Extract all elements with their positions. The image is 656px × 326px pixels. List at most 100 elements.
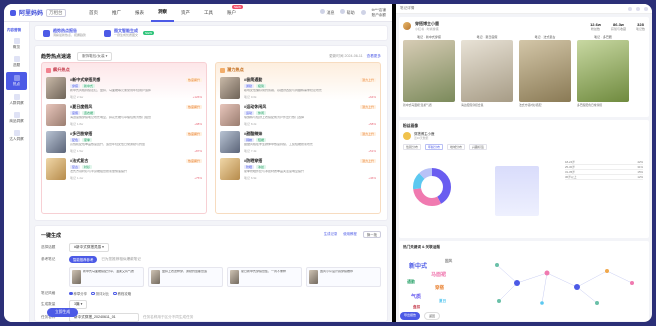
reference-card[interactable]: 盘扣上衣这样穿，通勤约会都合适 xyxy=(148,267,223,287)
trend-thumbnail xyxy=(220,158,240,180)
user-info[interactable]: tb***店铺 账户余额 xyxy=(372,8,386,17)
chip: 新中式 xyxy=(82,84,96,88)
trend-name: #防晒穿搭 xyxy=(244,158,263,163)
reference-card[interactable]: 国风小众设计感穿搭推荐 xyxy=(306,267,381,287)
style-radio-0[interactable]: 种草分享 xyxy=(69,291,87,296)
nav-item-2[interactable]: 报表 xyxy=(128,4,151,22)
trend-growth: +46% xyxy=(368,176,376,180)
view-more-link[interactable]: 查看更多 xyxy=(367,54,381,58)
age-donut-chart xyxy=(411,166,453,208)
top-right-tools: 消息 帮助 tb***店铺 账户余额 xyxy=(320,8,392,17)
trend-item[interactable]: #防晒穿搭 潜力上升 防晒 冰丝 夏季防晒外套与冰丝材质单品关注度明显提升 笔记 6.9k… xyxy=(220,158,376,180)
account-section: 穿搭博主小鹿 小红书 · 时尚穿搭 12.6w 粉丝数 86.3w 获赞与收藏 328 笔… xyxy=(399,17,649,117)
trend-tag: 热度飙升 xyxy=(185,78,202,82)
back-button[interactable]: 返回 xyxy=(424,312,441,320)
help-button[interactable]: 帮助 xyxy=(340,9,355,16)
note-caption: 法式方领衬衫搭配 xyxy=(519,103,542,107)
promo-text: 趋势热点报告 洞察最新热点，把握趋势 xyxy=(53,28,87,37)
style-radio-2[interactable]: 教程攻略 xyxy=(113,291,131,296)
task-name-input[interactable]: 新中式穿搭_20240611_01 xyxy=(69,313,139,322)
cloud-word: 马面裙 xyxy=(431,272,447,278)
network-node xyxy=(540,301,544,305)
promo-item-0[interactable]: 趋势热点报告 洞察最新热点，把握趋势 xyxy=(43,28,86,38)
nav-item-3[interactable]: 洞察 xyxy=(151,4,174,22)
reference-card[interactable]: 夏日新中式穿搭合集，一周不重样 xyxy=(227,267,302,287)
legend-row: 36岁以上 12% xyxy=(565,175,643,180)
audience-tab-2[interactable]: 地域分布 xyxy=(447,144,466,150)
nav-item-6[interactable]: 账户 NEW xyxy=(220,4,243,22)
hot-columns: 飙升热点 #新中式穿搭灵感 热度飙升 穿搭 新中式 新中式风格持续走红，盘扣、马面裙等元素… xyxy=(41,62,381,214)
report-icon xyxy=(104,29,112,37)
smart-ref-button[interactable]: 智能推荐参考 xyxy=(69,256,98,263)
trend-item[interactable]: #甜酷辣妹 潜力上升 辣妹 短裙 甜酷风格在学生群体中热度持续，工装短裙搜索增长 笔记 7… xyxy=(220,131,376,153)
trend-item[interactable]: #运动休闲风 潜力上升 运动 休闲 瑜伽裤与短款上衣搭配成为户外出行热门选择 笔记 8.2… xyxy=(220,104,376,126)
nav-item-5[interactable]: 工具 xyxy=(197,4,220,22)
app-logo[interactable]: 阿里妈妈 万相台 xyxy=(10,8,82,17)
sidebar-item-0[interactable]: 概览 xyxy=(4,35,29,53)
sidebar-item-1[interactable]: 选题 xyxy=(4,53,29,71)
generate-button[interactable]: 立即生成 xyxy=(47,308,79,317)
trend-item[interactable]: #多巴胺穿搭 热度飙升 配色 夏季 高饱和配色单品热度回升，适合年轻女性日常通勤与约会笔… xyxy=(46,131,202,153)
avatar[interactable] xyxy=(360,10,366,15)
sidebar-item-4[interactable]: 商品洞察 xyxy=(4,109,29,127)
trend-foot: 笔记 8.2k +58% xyxy=(244,122,376,126)
note-label: 笔记 · 多巴胺 xyxy=(594,35,612,39)
network-node xyxy=(630,281,634,285)
audience-tab-1[interactable]: 年龄分布 xyxy=(425,144,444,150)
reference-card[interactable]: 新中式马面裙搭配分享，温柔又有气质 xyxy=(69,267,144,287)
trend-item[interactable]: #极简通勤 潜力上升 通勤 极简 职场女性偏好简约剪裁，基础款西装与阔腿裤需求稳定增长笔… xyxy=(220,77,376,99)
trend-item[interactable]: #夏日度假风 热度飙升 度假 连衣裙 海边度假穿搭笔记增长明显，碎花长裙与草编包成为热门… xyxy=(46,104,202,126)
nav-item-4[interactable]: 资产 xyxy=(174,4,197,22)
sidebar-item-label: 达人洞察 xyxy=(9,137,24,141)
more-icon[interactable] xyxy=(636,6,640,11)
note-card[interactable]: 笔记 · 夏日度假 海边度假穿搭合集 xyxy=(461,35,513,107)
note-card[interactable]: 笔记 · 多巴胺 多巴胺配色日常穿搭 xyxy=(577,35,629,107)
trend-chips: 通勤 极简 xyxy=(244,84,376,88)
main-nav: 首页 推广 报表 洞察 资产 工具 账户 NEW xyxy=(82,4,243,22)
chip: 度假 xyxy=(70,111,81,115)
category-select[interactable]: 服饰鞋包/女装 ▾ xyxy=(77,52,113,61)
refresh-button[interactable]: 换一批 xyxy=(362,231,381,238)
note-label: 笔记 · 新中式穿搭 xyxy=(417,35,441,39)
sidebar-title: 内容营销 xyxy=(7,28,21,32)
audience-tab-0[interactable]: 性别分布 xyxy=(403,144,422,150)
topic-network xyxy=(477,253,647,313)
cloud-word: 夏日 xyxy=(439,299,447,303)
audience-tab-3[interactable]: 兴趣标签 xyxy=(469,144,488,150)
history-link[interactable]: 生成记录 xyxy=(324,231,338,238)
note-image xyxy=(403,40,455,102)
nav-item-0[interactable]: 首页 xyxy=(82,4,105,22)
trend-thumbnail xyxy=(220,131,240,153)
network-node xyxy=(497,299,501,303)
sidebar-item-5[interactable]: 达人洞察 xyxy=(4,127,29,145)
message-button[interactable]: 消息 xyxy=(320,9,334,16)
sidebar-item-icon xyxy=(13,94,20,100)
note-card[interactable]: 笔记 · 法式复古 法式方领衬衫搭配 xyxy=(519,35,571,107)
audience-legend: 18-24岁 42% 25-30岁 31% 31-35岁 15% 36岁以上 12% xyxy=(565,160,643,180)
nav-item-1[interactable]: 推广 xyxy=(105,4,128,22)
topic-select[interactable]: #新中式穿搭灵感 ▾ xyxy=(69,243,109,252)
trend-name: #甜酷辣妹 xyxy=(244,131,263,136)
trend-desc: 甜酷风格在学生群体中热度持续，工装短裙搜索增长 xyxy=(244,143,314,146)
trend-thumbnail xyxy=(46,104,66,126)
sidebar-item-icon xyxy=(13,75,20,81)
promo-item-1[interactable]: 图文智能生成 一键生成优质图文 NEW xyxy=(104,28,155,38)
close-icon[interactable] xyxy=(644,6,648,11)
trend-item[interactable]: #法式复古 热度飙升 复古 衬衫 法式方领衬衫与半身裙组合搜索量快速提升 笔记 1.2w +… xyxy=(46,158,202,180)
note-caption: 新中式马面裙 温柔气质 xyxy=(403,103,432,107)
trend-item[interactable]: #新中式穿搭灵感 热度飙升 穿搭 新中式 新中式风格持续走红，盘扣、马面裙等元素受到年轻… xyxy=(46,77,202,99)
style-radio-1[interactable]: 测评对比 xyxy=(91,291,109,296)
sidebar-item-label: 人群洞察 xyxy=(9,101,24,105)
chip: 配色 xyxy=(70,138,81,142)
chip: 冰丝 xyxy=(256,165,267,169)
sidebar-item-3[interactable]: 人群洞察 xyxy=(4,91,29,109)
network-node xyxy=(605,269,609,273)
trend-desc: 职场女性偏好简约剪裁，基础款西装与阔腿裤需求稳定增长 xyxy=(244,89,323,92)
tutorial-link[interactable]: 使用教程 xyxy=(343,231,357,238)
note-card[interactable]: 笔记 · 新中式穿搭新中式马面裙 温柔气质 xyxy=(403,35,455,107)
share-icon[interactable] xyxy=(628,6,632,11)
sidebar-item-label: 选题 xyxy=(12,63,21,67)
export-button[interactable]: 导出报告 xyxy=(400,312,421,320)
chip: 衬衫 xyxy=(82,165,93,169)
sidebar-item-2[interactable]: 热点 xyxy=(6,72,27,90)
